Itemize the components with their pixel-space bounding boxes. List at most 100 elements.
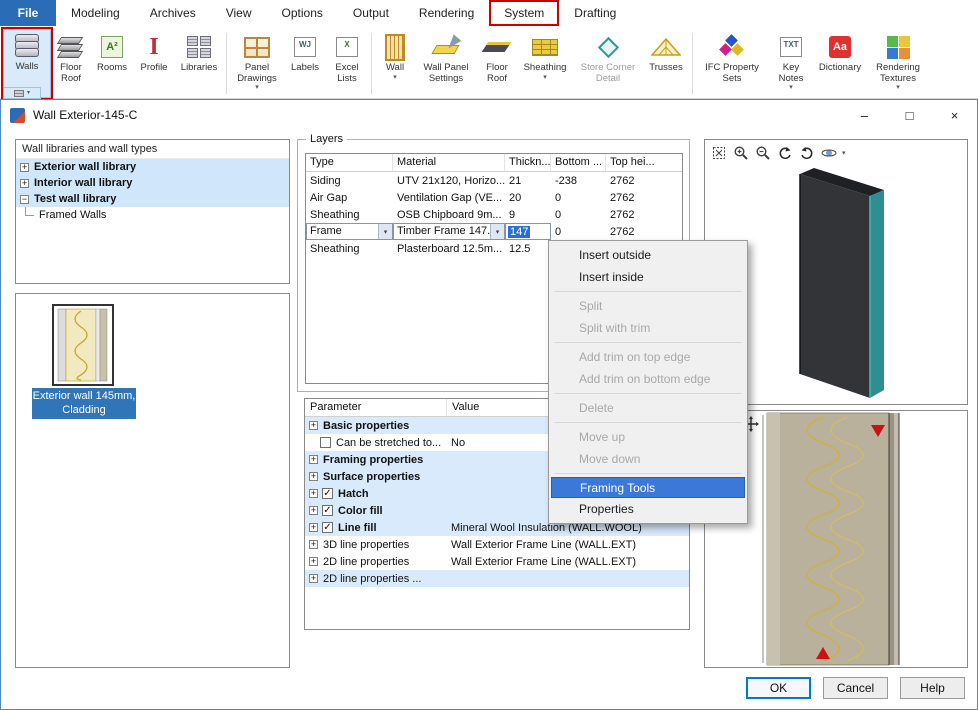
ribbon-label: Rendering Textures [876,63,920,84]
profile-icon: I [149,31,158,63]
layer-type: Air Gap [306,192,393,204]
column-header-thickness[interactable]: Thickn... [505,154,551,171]
checkbox-checked[interactable]: ✓ [322,488,333,499]
walls-mini-icon [14,90,24,97]
checkbox-checked[interactable]: ✓ [322,505,333,516]
ribbon-button-ifc-property-sets[interactable]: IFC Property Sets [696,29,768,98]
ribbon-button-sheathing[interactable]: Sheathing ▾ [517,29,573,98]
wall-icon [385,31,405,63]
ribbon-button-trusses[interactable]: Trusses [643,29,689,98]
menu-file[interactable]: File [0,0,56,26]
orbit-view-icon[interactable] [820,144,838,162]
minimize-button[interactable]: – [842,100,887,130]
ribbon-button-floor-roof-2[interactable]: Floor Roof [477,29,517,98]
wall-thumbnail[interactable] [52,304,114,389]
walls-dropdown-button[interactable]: ▾ [3,87,41,99]
expand-icon[interactable]: + [309,523,318,532]
ribbon-button-key-notes[interactable]: TXT Key Notes ▾ [768,29,814,98]
layer-row-siding[interactable]: Siding UTV 21x120, Horizo... 21 -238 276… [306,172,682,189]
menu-rendering[interactable]: Rendering [404,0,489,26]
ribbon-button-rooms[interactable]: A² Rooms [91,29,133,98]
wall-type-label[interactable]: Exterior wall 145mm, Cladding [32,388,136,419]
parameter-row-2d-line-properties[interactable]: +2D line properties Wall Exterior Frame … [305,553,689,570]
dropdown-arrow-icon[interactable]: ▾ [842,150,846,157]
context-menu-item-properties[interactable]: Properties [551,498,745,520]
layer-type-combobox[interactable]: Frame ▾ [306,223,393,240]
expand-icon[interactable]: + [20,163,29,172]
layer-row-frame-editing[interactable]: Frame ▾ Timber Frame 147... ▾ 147 0 2762 [306,223,682,240]
sheathing-icon [532,31,558,63]
help-button[interactable]: Help [900,677,965,699]
cancel-button[interactable]: Cancel [823,677,888,699]
ribbon-button-wall[interactable]: Wall ▾ [375,29,415,98]
expand-icon[interactable]: + [309,540,318,549]
ribbon-label: Rooms [97,63,127,74]
expand-icon[interactable]: + [309,472,318,481]
ribbon-button-labels[interactable]: WJ Labels [284,29,326,98]
context-menu-item-insert-inside[interactable]: Insert inside [551,266,745,288]
ribbon-button-panel-drawings[interactable]: Panel Drawings ▾ [230,29,284,98]
expand-icon[interactable]: + [309,489,318,498]
wall-library-tree: Wall libraries and wall types + Exterior… [15,139,290,284]
store-corner-detail-icon [601,31,616,63]
layer-thickness-input[interactable]: 147 [505,223,551,240]
column-header-bottom[interactable]: Bottom ... [551,154,606,171]
expand-icon[interactable]: + [309,506,318,515]
parameter-row-3d-line-properties[interactable]: +3D line properties Wall Exterior Frame … [305,536,689,553]
column-header-top[interactable]: Top hei... [606,154,682,171]
tree-item-framed-walls[interactable]: Framed Walls [16,207,289,223]
layer-material-combobox[interactable]: Timber Frame 147... ▾ [393,223,505,240]
expand-icon[interactable]: + [309,557,318,566]
ribbon-button-wall-panel-settings[interactable]: Wall Panel Settings [415,29,477,98]
walls-icon [14,30,40,62]
tree-item-test-wall-library[interactable]: − Test wall library [16,191,289,207]
context-menu-item-framing-tools[interactable]: Framing Tools [551,477,745,498]
zoom-out-icon[interactable] [754,144,772,162]
checkbox-unchecked[interactable] [320,437,331,448]
collapse-icon[interactable]: − [20,195,29,204]
parameter-label: Framing properties [323,454,423,466]
ribbon-label: IFC Property Sets [705,63,759,84]
context-menu-item-insert-outside[interactable]: Insert outside [551,244,745,266]
column-header-parameter[interactable]: Parameter [305,399,447,416]
close-button[interactable]: × [932,100,977,130]
combobox-dropdown-icon[interactable]: ▾ [490,224,504,239]
menu-modeling[interactable]: Modeling [56,0,135,26]
rooms-icon: A² [101,31,123,63]
maximize-button[interactable]: □ [887,100,932,130]
layer-row-sheathing-1[interactable]: Sheathing OSB Chipboard 9m... 9 0 2762 [306,206,682,223]
rotate-left-icon[interactable] [776,144,794,162]
expand-icon[interactable]: + [309,455,318,464]
rotate-right-icon[interactable] [798,144,816,162]
checkbox-checked[interactable]: ✓ [322,522,333,533]
menu-view[interactable]: View [211,0,267,26]
layer-bottom: 0 [551,226,606,238]
ribbon-button-dictionary[interactable]: Aa Dictionary [814,29,866,98]
expand-icon[interactable]: + [309,421,318,430]
dialog-titlebar[interactable]: Wall Exterior-145-C – □ × [1,100,977,130]
expand-icon[interactable]: + [20,179,29,188]
ok-button[interactable]: OK [746,677,811,699]
column-header-type[interactable]: Type [306,154,393,171]
tree-item-exterior-wall-library[interactable]: + Exterior wall library [16,159,289,175]
column-header-material[interactable]: Material [393,154,505,171]
ribbon-button-excel-lists[interactable]: X Excel Lists [326,29,368,98]
zoom-in-icon[interactable] [732,144,750,162]
zoom-fit-icon[interactable] [710,144,728,162]
expand-icon[interactable]: + [309,574,318,583]
libraries-icon [187,31,211,63]
layer-row-air-gap[interactable]: Air Gap Ventilation Gap (VE... 20 0 2762 [306,189,682,206]
ribbon-button-libraries[interactable]: Libraries [175,29,223,98]
tree-item-interior-wall-library[interactable]: + Interior wall library [16,175,289,191]
menu-drafting[interactable]: Drafting [559,0,631,26]
menu-separator [554,342,742,343]
menu-options[interactable]: Options [267,0,338,26]
ribbon-button-rendering-textures[interactable]: Rendering Textures ▾ [866,29,930,98]
ribbon-button-floor-roof[interactable]: Floor Roof [51,29,91,98]
combobox-dropdown-icon[interactable]: ▾ [378,224,392,239]
menu-archives[interactable]: Archives [135,0,211,26]
menu-output[interactable]: Output [338,0,404,26]
parameter-row-2d-line-properties-2[interactable]: +2D line properties ... [305,570,689,587]
menu-system[interactable]: System [489,0,559,26]
ribbon-button-profile[interactable]: I Profile [133,29,175,98]
